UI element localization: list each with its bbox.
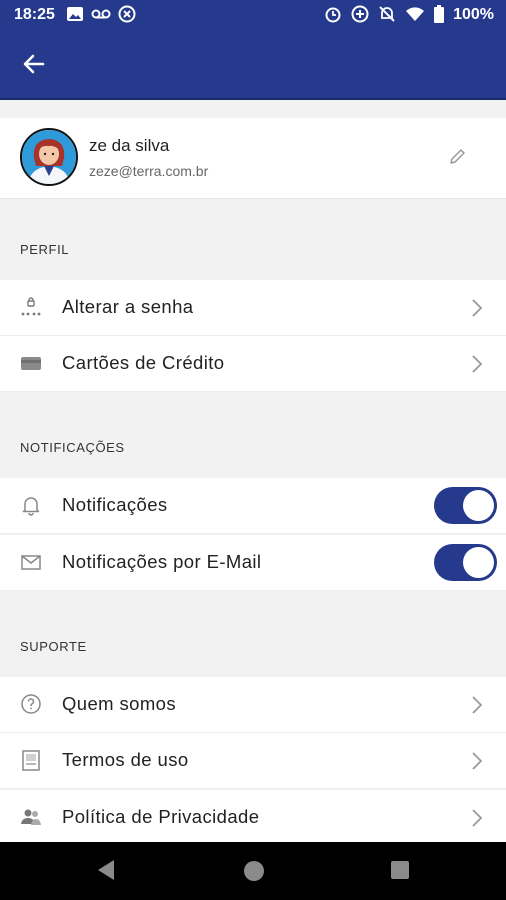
notificacoes-email-toggle[interactable] bbox=[434, 544, 497, 581]
menu-item-label: Cartões de Crédito bbox=[62, 352, 225, 373]
edit-profile-button[interactable] bbox=[446, 146, 470, 170]
status-time: 18:25 bbox=[14, 6, 55, 23]
system-navigation-bar bbox=[0, 842, 506, 900]
privacy-users-icon bbox=[20, 806, 42, 828]
profile-card: ze da silva zeze@terra.com.br bbox=[0, 118, 506, 199]
user-avatar-icon bbox=[22, 130, 76, 184]
data-add-icon bbox=[351, 5, 369, 23]
pencil-icon bbox=[450, 149, 465, 164]
menu-item-quem-somos[interactable]: Quem somos bbox=[0, 677, 506, 733]
app-bar bbox=[0, 30, 506, 98]
chevron-right-icon bbox=[472, 299, 483, 317]
profile-email: zeze@terra.com.br bbox=[89, 163, 209, 179]
credit-card-icon bbox=[20, 352, 42, 374]
wifi-icon bbox=[406, 7, 424, 22]
menu-item-alterar-senha[interactable]: Alterar a senha bbox=[0, 280, 506, 336]
menu-item-politica-privacidade[interactable]: Política de Privacidade bbox=[0, 790, 506, 846]
menu-item-label: Quem somos bbox=[62, 693, 177, 714]
nav-recents-icon[interactable] bbox=[390, 859, 410, 881]
chevron-right-icon bbox=[472, 752, 483, 770]
toggle-knob bbox=[463, 490, 494, 521]
data-saver-icon bbox=[118, 5, 136, 23]
battery-icon bbox=[434, 5, 444, 23]
menu-item-label: Notificações por E-Mail bbox=[62, 551, 262, 572]
menu-item-cartoes-credito[interactable]: Cartões de Crédito bbox=[0, 336, 506, 392]
menu-item-label: Notificações bbox=[62, 494, 168, 515]
back-button[interactable] bbox=[16, 46, 52, 82]
document-icon bbox=[20, 749, 42, 771]
menu-item-label: Termos de uso bbox=[62, 749, 189, 770]
battery-percentage: 100% bbox=[453, 6, 494, 23]
menu-item-termos-uso[interactable]: Termos de uso bbox=[0, 733, 506, 789]
nav-home-icon[interactable] bbox=[242, 859, 266, 883]
bell-icon bbox=[20, 494, 42, 516]
alarm-icon bbox=[325, 7, 341, 23]
app-bar-divider bbox=[0, 98, 506, 100]
section-title-notificacoes: NOTIFICAÇÕES bbox=[20, 440, 125, 455]
menu-item-label: Alterar a senha bbox=[62, 296, 194, 317]
voicemail-icon bbox=[91, 9, 111, 19]
menu-item-label: Política de Privacidade bbox=[62, 806, 260, 827]
image-icon bbox=[67, 7, 83, 21]
section-title-perfil: PERFIL bbox=[20, 242, 70, 257]
menu-item-notificacoes-email: Notificações por E-Mail bbox=[0, 535, 506, 591]
notifications-off-icon bbox=[379, 6, 395, 22]
avatar[interactable] bbox=[20, 128, 78, 186]
chevron-right-icon bbox=[472, 696, 483, 714]
mail-icon bbox=[20, 551, 42, 573]
section-title-suporte: SUPORTE bbox=[20, 639, 87, 654]
toggle-knob bbox=[463, 547, 494, 578]
status-bar: 18:25 100% bbox=[0, 0, 506, 30]
question-circle-icon bbox=[20, 693, 42, 715]
profile-name: ze da silva bbox=[89, 136, 170, 155]
password-lock-icon bbox=[20, 296, 42, 318]
notificacoes-toggle[interactable] bbox=[434, 487, 497, 524]
chevron-right-icon bbox=[472, 809, 483, 827]
menu-item-notificacoes: Notificações bbox=[0, 478, 506, 534]
nav-back-icon[interactable] bbox=[96, 859, 116, 881]
arrow-left-icon bbox=[23, 54, 45, 74]
chevron-right-icon bbox=[472, 355, 483, 373]
